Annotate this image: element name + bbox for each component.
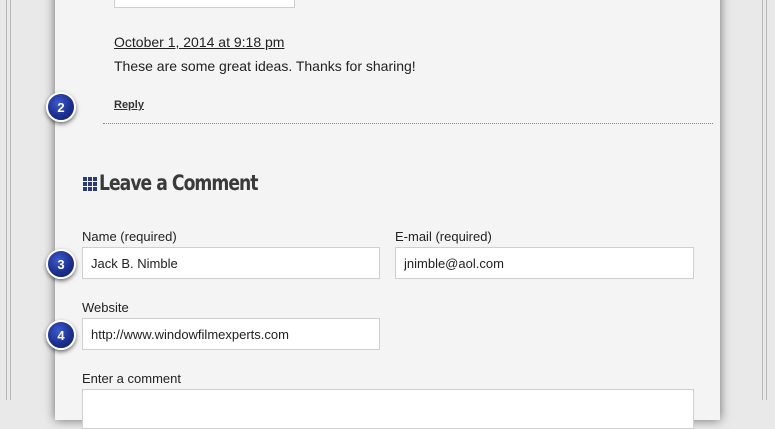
comment-text: These are some great ideas. Thanks for s… [114, 58, 416, 74]
frame-border-right-inner [762, 0, 763, 400]
name-field[interactable] [82, 247, 380, 279]
frame-border-left-inner [10, 0, 11, 400]
section-title: Leave a Comment [99, 171, 259, 195]
comment-date-link[interactable]: October 1, 2014 at 9:18 pm [114, 34, 284, 50]
email-field[interactable] [395, 247, 694, 279]
reply-link[interactable]: Reply [114, 99, 144, 111]
grid-icon [83, 177, 97, 191]
leave-comment-heading: Leave a Comment [83, 168, 292, 198]
comment-divider [103, 123, 713, 124]
comments-panel: October 1, 2014 at 9:18 pm These are som… [55, 0, 720, 429]
step-marker-2: 2 [46, 92, 76, 122]
comment-label: Enter a comment [82, 371, 181, 386]
comment-textarea[interactable] [82, 389, 694, 429]
step-marker-4: 4 [46, 320, 76, 350]
previous-field-box [114, 0, 295, 8]
frame-border-left-outer [6, 0, 7, 400]
step-marker-3: 3 [46, 249, 76, 279]
website-field[interactable] [82, 318, 380, 350]
email-label: E-mail (required) [395, 229, 492, 244]
name-label: Name (required) [82, 229, 177, 244]
frame-border-right-outer [766, 0, 767, 400]
website-label: Website [82, 300, 129, 315]
